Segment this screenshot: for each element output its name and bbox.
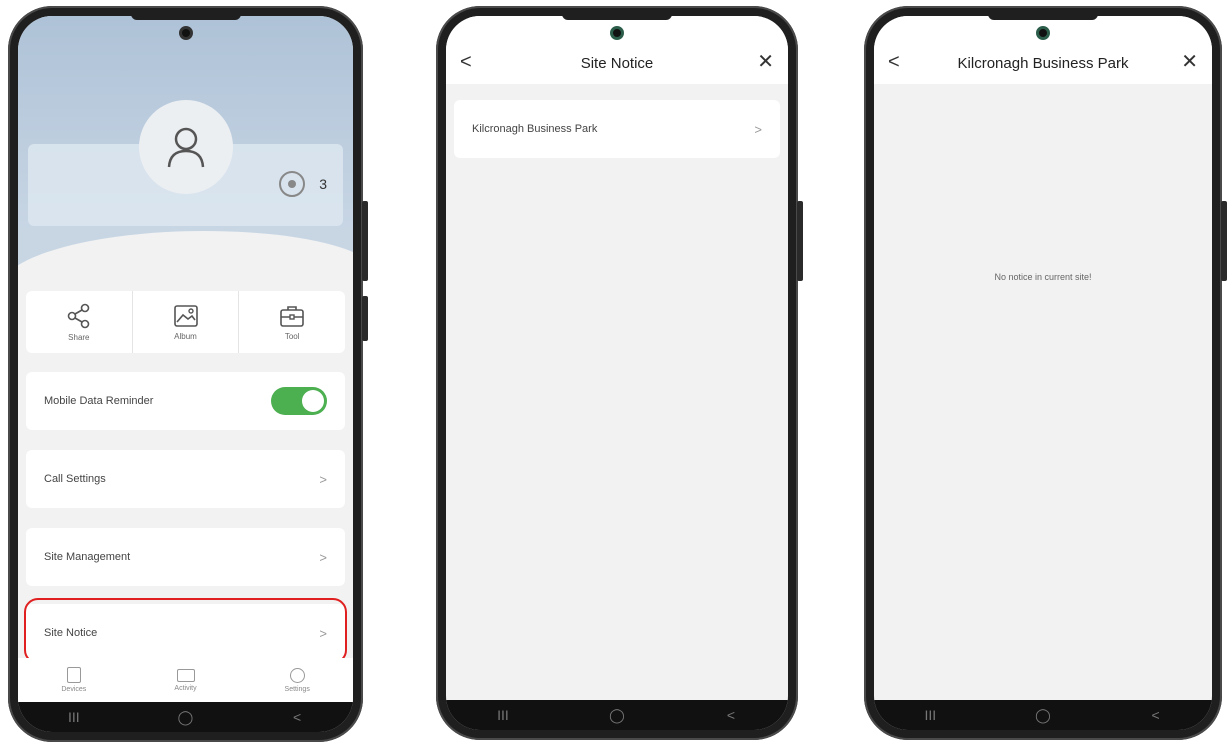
tab-devices-label: Devices (61, 686, 87, 693)
activity-icon (176, 668, 195, 682)
mobile-data-reminder-row: Mobile Data Reminder (26, 372, 345, 430)
power-button (1221, 201, 1227, 281)
share-label: Share (68, 332, 90, 342)
close-button[interactable]: ✕ (1181, 52, 1198, 72)
page-title: Kilcronagh Business Park (957, 55, 1129, 72)
settings-screen: 3 Share Album Tool Mobile Data Reminder … (18, 16, 353, 732)
chevron-right-icon: > (319, 549, 327, 565)
site-name: Kilcronagh Business Park (472, 123, 598, 135)
front-camera (1036, 26, 1050, 40)
site-notice-screen: < Site Notice ✕ Kilcronagh Business Park… (446, 16, 788, 730)
share-icon (67, 303, 90, 328)
mobile-data-reminder-toggle[interactable] (271, 387, 327, 415)
site-notice-highlight (24, 598, 347, 664)
call-settings-label: Call Settings (44, 473, 106, 485)
power-button (797, 201, 803, 281)
recents-button[interactable]: III (488, 707, 518, 723)
tab-settings[interactable]: Settings (241, 658, 353, 702)
front-camera (178, 26, 193, 40)
system-back-button[interactable]: < (716, 707, 746, 723)
share-button[interactable]: Share (26, 291, 133, 353)
chevron-right-icon: > (754, 121, 762, 137)
back-button[interactable]: < (460, 52, 472, 72)
tab-devices[interactable]: Devices (18, 658, 130, 702)
tab-activity[interactable]: Activity (130, 658, 242, 702)
power-button (362, 201, 368, 281)
system-back-button[interactable]: < (282, 709, 312, 725)
tab-activity-label: Activity (174, 684, 197, 692)
tab-settings-label: Settings (284, 685, 310, 693)
phone-site-detail: < Kilcronagh Business Park ✕ No notice i… (864, 6, 1227, 740)
site-list-item[interactable]: Kilcronagh Business Park > (454, 100, 780, 158)
bottom-tab-bar: Devices Activity Settings (18, 658, 353, 702)
system-back-button[interactable]: < (1141, 707, 1171, 723)
back-button[interactable]: < (888, 52, 900, 72)
call-settings-row[interactable]: Call Settings > (26, 450, 345, 508)
notch (562, 16, 672, 20)
site-detail-screen: < Kilcronagh Business Park ✕ No notice i… (874, 16, 1212, 730)
phone-settings: 3 Share Album Tool Mobile Data Reminder … (8, 6, 368, 742)
camera-icon (279, 171, 306, 197)
toolbox-icon (280, 305, 304, 327)
phone-site-notice: < Site Notice ✕ Kilcronagh Business Park… (436, 6, 803, 740)
avatar[interactable] (138, 100, 233, 194)
system-nav-bar: III ◯ < (874, 700, 1212, 730)
system-nav-bar: III ◯ < (446, 700, 788, 730)
album-icon (173, 304, 198, 327)
site-management-label: Site Management (44, 551, 131, 563)
close-button[interactable]: ✕ (757, 52, 774, 72)
devices-icon (66, 667, 81, 683)
home-button[interactable]: ◯ (602, 707, 632, 724)
page-title: Site Notice (580, 55, 654, 72)
quick-actions: Share Album Tool (26, 291, 345, 353)
recents-button[interactable]: III (59, 709, 89, 725)
notch (130, 16, 241, 20)
user-icon (167, 127, 204, 168)
device-count[interactable]: 3 (279, 171, 327, 197)
album-button[interactable]: Album (133, 291, 240, 353)
device-count-value: 3 (319, 176, 327, 192)
settings-icon (289, 667, 305, 683)
front-camera (610, 26, 624, 40)
notch (988, 16, 1098, 20)
empty-state-message: No notice in current site! (994, 272, 1092, 282)
site-management-row[interactable]: Site Management > (26, 528, 345, 586)
mobile-data-reminder-label: Mobile Data Reminder (44, 395, 154, 407)
volume-button (362, 296, 368, 341)
tool-button[interactable]: Tool (239, 291, 345, 353)
chevron-right-icon: > (319, 471, 327, 487)
recents-button[interactable]: III (915, 707, 945, 723)
home-button[interactable]: ◯ (170, 709, 200, 726)
system-nav-bar: III ◯ < (18, 702, 353, 732)
tool-label: Tool (284, 331, 300, 341)
home-button[interactable]: ◯ (1028, 707, 1058, 724)
album-label: Album (174, 331, 197, 341)
